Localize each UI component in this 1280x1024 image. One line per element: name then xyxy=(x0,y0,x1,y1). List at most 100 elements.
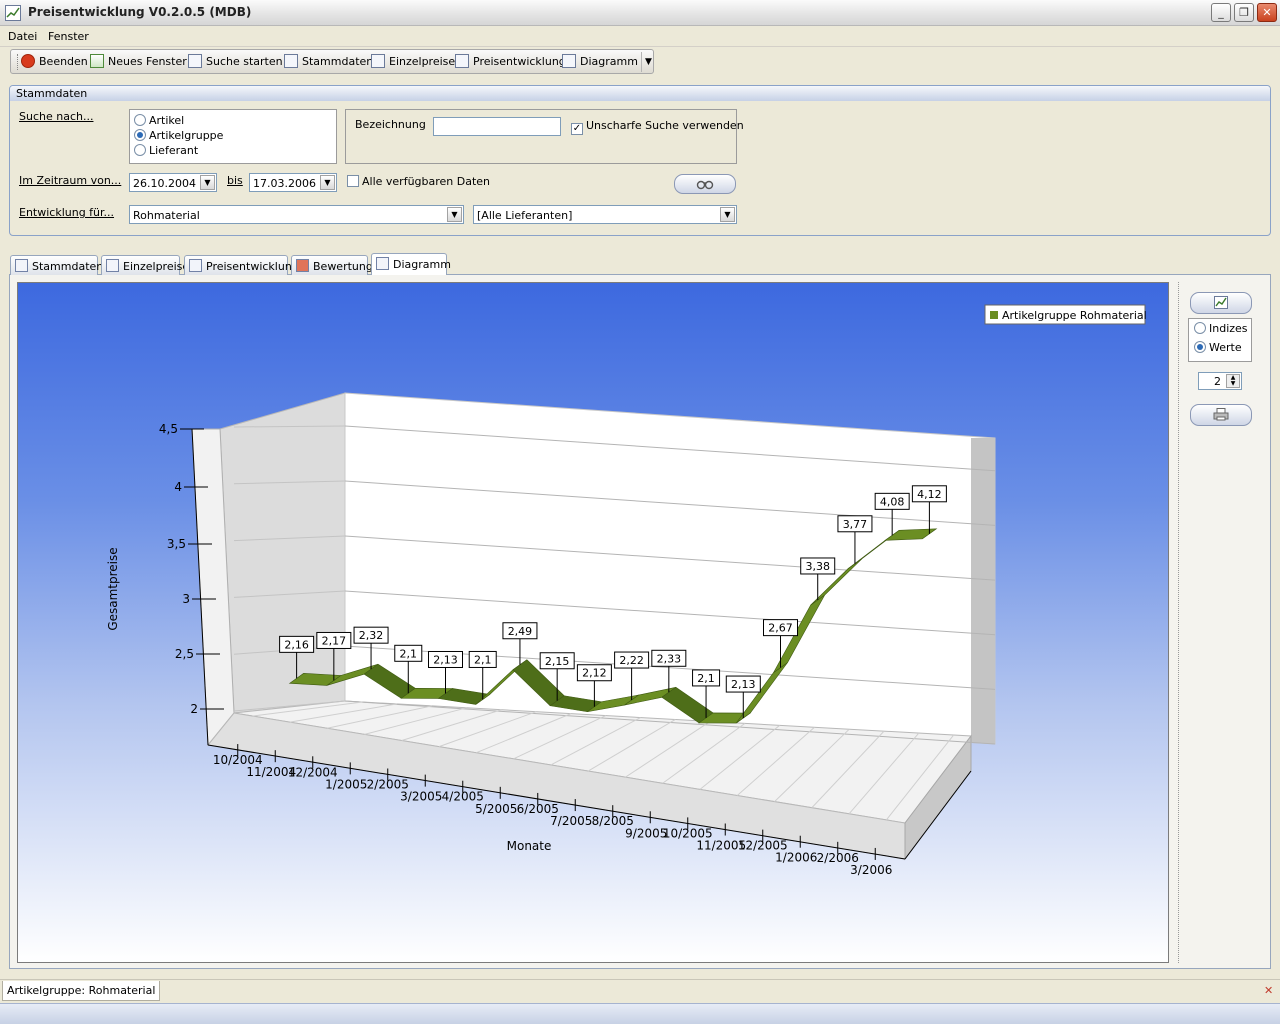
x-tick-label: 1/2005 xyxy=(325,777,367,791)
radio-artikel-label: Artikel xyxy=(149,114,185,127)
tab-preisentwicklung[interactable]: Preisentwicklung xyxy=(184,255,299,275)
tab-stammdaten[interactable]: Stammdaten xyxy=(10,255,103,275)
chevron-down-icon[interactable]: ▼ xyxy=(447,207,462,222)
data-label: 2,13 xyxy=(731,678,756,691)
bottom-bar xyxy=(0,1003,1280,1024)
status-tab[interactable]: Artikelgruppe: Rohmaterial xyxy=(2,981,161,1001)
chevron-down-icon[interactable]: ▼ xyxy=(320,175,335,190)
radio-artikelgruppe[interactable]: Artikelgruppe xyxy=(134,129,223,142)
radio-lieferant[interactable]: Lieferant xyxy=(134,144,198,157)
from-date-picker[interactable]: 26.10.2004 ▼ xyxy=(129,173,217,192)
menu-datei[interactable]: Datei xyxy=(8,30,37,43)
decimals-stepper[interactable]: 2 ▲ ▼ xyxy=(1198,372,1242,390)
single-prices-button[interactable]: Einzelpreise xyxy=(371,54,455,71)
document-icon xyxy=(15,259,28,272)
diagram-label: Diagramm xyxy=(580,55,638,68)
restore-button[interactable]: ❐ xyxy=(1234,3,1254,22)
chart-app-icon xyxy=(5,5,21,21)
development-select[interactable]: Rohmaterial ▼ xyxy=(129,205,464,224)
price-sheet-icon xyxy=(371,54,385,68)
supplier-select[interactable]: [Alle Lieferanten] ▼ xyxy=(473,205,737,224)
all-data-checkbox[interactable]: Alle verfügbaren Daten xyxy=(347,175,490,188)
data-label: 2,1 xyxy=(697,672,715,685)
radio-indizes-label: Indizes xyxy=(1209,322,1248,335)
title-bar: Preisentwicklung V0.2.0.5 (MDB) _ ❐ ✕ xyxy=(0,0,1280,26)
price-development-button[interactable]: Preisentwicklung xyxy=(455,54,566,71)
run-search-button[interactable] xyxy=(674,174,736,194)
y-tick-label: 2,5 xyxy=(175,647,194,661)
close-tab-icon[interactable]: ✕ xyxy=(1264,984,1273,997)
data-label: 2,1 xyxy=(400,647,418,660)
new-window-button[interactable]: Neues Fenster xyxy=(90,54,187,71)
radio-artikel-circle xyxy=(134,114,146,126)
quit-icon xyxy=(21,54,35,68)
y-tick-label: 3,5 xyxy=(167,537,186,551)
document-icon xyxy=(284,54,298,68)
data-label: 4,08 xyxy=(880,495,905,508)
status-bar: Artikelgruppe: Rohmaterial ✕ xyxy=(0,979,1280,1001)
data-label: 2,12 xyxy=(582,667,607,680)
tab-preisentwicklung-label: Preisentwicklung xyxy=(206,260,299,273)
radio-indizes[interactable]: Indizes xyxy=(1194,322,1248,335)
tab-diagramm[interactable]: Diagramm xyxy=(371,253,451,275)
quit-button[interactable]: Beenden xyxy=(21,54,88,71)
fuzzy-search-checkbox[interactable]: ✓ Unscharfe Suche verwenden xyxy=(571,119,744,135)
tab-bewertung[interactable]: Bewertung xyxy=(291,255,373,275)
printer-icon xyxy=(1213,408,1229,421)
legend: Artikelgruppe Rohmaterial xyxy=(984,304,1147,325)
checkbox-box xyxy=(347,175,359,187)
menu-fenster[interactable]: Fenster xyxy=(48,30,89,43)
tab-diagramm-label: Diagramm xyxy=(393,258,451,271)
radio-lieferant-circle xyxy=(134,144,146,156)
x-tick-label: 1/2006 xyxy=(775,851,817,865)
radio-artikelgruppe-label: Artikelgruppe xyxy=(149,129,224,142)
legend-swatch xyxy=(990,311,998,319)
radio-artikel[interactable]: Artikel xyxy=(134,114,184,127)
print-button[interactable] xyxy=(1190,404,1252,426)
x-tick-label: 3/2005 xyxy=(400,790,442,804)
to-date-picker[interactable]: 17.03.2006 ▼ xyxy=(249,173,337,192)
tab-bewertung-label: Bewertung xyxy=(313,260,373,273)
window-title: Preisentwicklung V0.2.0.5 (MDB) xyxy=(28,5,252,19)
to-label: bis xyxy=(227,174,243,187)
chart-icon xyxy=(376,257,389,270)
tab-einzelpreise[interactable]: Einzelpreise xyxy=(101,255,189,275)
data-label: 2,32 xyxy=(359,629,384,642)
toolbar: Beenden Neues Fenster Suche starten Stam… xyxy=(10,49,654,74)
search-button[interactable]: Suche starten xyxy=(188,54,283,71)
spinner-arrows-icon[interactable]: ▲ ▼ xyxy=(1226,374,1240,388)
y-tick-label: 4 xyxy=(174,480,182,494)
menu-bar: Datei Fenster xyxy=(0,27,1280,47)
x-tick-label: 3/2006 xyxy=(850,863,892,877)
radio-lieferant-label: Lieferant xyxy=(149,144,199,157)
development-value: Rohmaterial xyxy=(133,209,200,222)
diagram-button[interactable]: Diagramm xyxy=(562,54,638,71)
development-icon xyxy=(189,259,202,272)
from-date-value: 26.10.2004 xyxy=(133,177,196,190)
data-label: 2,13 xyxy=(433,653,458,666)
quit-label: Beenden xyxy=(39,55,88,68)
data-label: 3,38 xyxy=(805,560,830,573)
data-label: 2,15 xyxy=(545,655,570,668)
toolbar-overflow-button[interactable]: ▼ xyxy=(641,52,655,72)
data-label: 2,1 xyxy=(474,653,492,666)
minimize-button[interactable]: _ xyxy=(1211,3,1231,22)
master-data-button[interactable]: Stammdaten xyxy=(284,54,373,71)
development-icon xyxy=(455,54,469,68)
close-button[interactable]: ✕ xyxy=(1257,3,1277,22)
chart-type-button[interactable] xyxy=(1190,292,1252,314)
supplier-value: [Alle Lieferanten] xyxy=(477,209,573,222)
chevron-down-icon[interactable]: ▼ xyxy=(200,175,215,190)
designation-input[interactable] xyxy=(433,117,561,136)
radio-werte[interactable]: Werte xyxy=(1194,341,1242,354)
binoculars-icon xyxy=(188,54,202,68)
x-axis-title: Monate xyxy=(507,839,552,853)
master-data-label: Stammdaten xyxy=(302,55,374,68)
y-axis-title: Gesamtpreise xyxy=(106,547,120,630)
chart-left-wall xyxy=(219,392,346,714)
chart-right-edge xyxy=(971,438,995,744)
y-tick-label: 4,5 xyxy=(159,422,178,436)
tab-stammdaten-label: Stammdaten xyxy=(32,260,104,273)
toolbar-grip[interactable] xyxy=(17,54,20,70)
chevron-down-icon[interactable]: ▼ xyxy=(720,207,735,222)
